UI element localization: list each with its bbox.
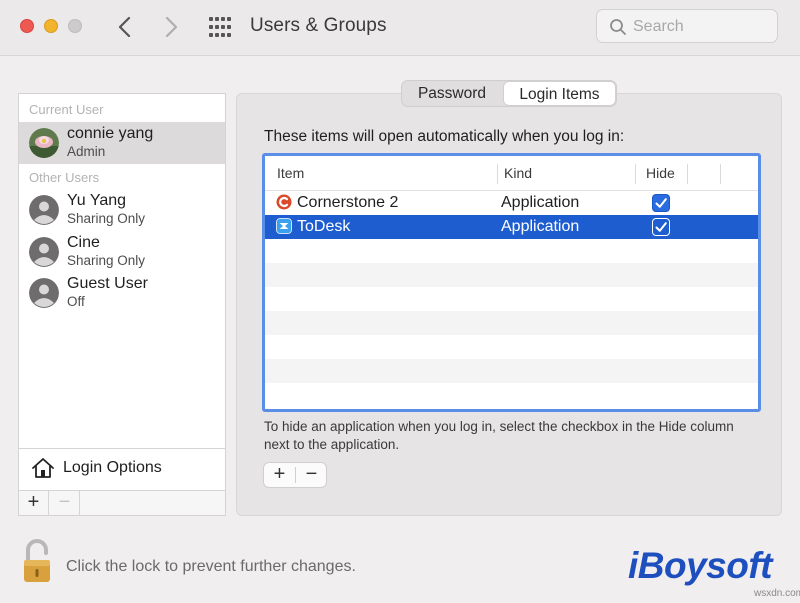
close-window-button[interactable] [20,19,34,33]
user-row-guest-user[interactable]: Guest User Off [19,272,225,314]
chevron-right-icon [165,16,178,38]
unlocked-padlock-icon [24,539,50,582]
add-user-button[interactable]: + [19,491,49,515]
search-field[interactable] [596,9,778,43]
grid-icon [209,17,231,37]
empty-row [265,359,758,383]
current-user-heading: Current User [29,102,104,117]
login-items-add-remove: + − [263,462,327,488]
show-all-button[interactable] [208,16,232,38]
other-users-heading: Other Users [29,170,100,185]
column-header-kind[interactable]: Kind [504,156,532,190]
user-row-yu-yang[interactable]: Yu Yang Sharing Only [19,189,225,231]
brand-logo: iBoysoft [628,545,773,586]
item-kind: Application [501,194,580,211]
column-separator [720,164,721,184]
item-name: ToDesk [297,218,351,235]
user-name: Cine [67,234,100,251]
flower-avatar [29,128,59,158]
user-row-cine[interactable]: Cine Sharing Only [19,231,225,273]
cornerstone-app-icon [276,194,292,210]
checkmark-icon [655,222,667,232]
forward-button[interactable] [160,14,182,40]
column-separator [635,164,636,184]
login-options-label: Login Options [63,459,162,476]
empty-row [265,311,758,335]
back-button[interactable] [114,14,136,40]
window-title: Users & Groups [250,15,387,36]
chevron-left-icon [118,16,131,38]
user-role: Admin [67,144,106,159]
table-row[interactable]: Cornerstone 2 Application [265,191,758,215]
column-separator [497,164,498,184]
hide-hint-text: To hide an application when you log in, … [264,419,734,452]
hide-checkbox[interactable] [652,194,670,212]
remove-login-item-button[interactable]: − [296,463,327,487]
item-kind: Application [501,218,580,235]
login-items-table[interactable]: Item Kind Hide Cornerstone 2 Application… [262,153,761,412]
lock-status-text: Click the lock to prevent further change… [66,558,356,575]
tab-password[interactable]: Password [402,81,502,106]
user-role: Sharing Only [67,253,146,268]
user-avatar-icon [29,278,59,308]
user-avatar-icon [29,237,59,267]
user-role: Sharing Only [67,211,146,226]
title-bar: Users & Groups [0,0,800,56]
tab-bar: Password Login Items [401,80,617,107]
zoom-window-button[interactable] [68,19,82,33]
todesk-app-icon [276,218,292,234]
user-role: Off [67,294,85,309]
user-name: Yu Yang [67,192,127,209]
user-name: connie yang [67,125,154,142]
tab-login-items[interactable]: Login Items [503,81,616,106]
watermark-text: wsxdn.com [754,588,800,599]
column-header-item[interactable]: Item [277,156,304,190]
column-header-hide[interactable]: Hide [646,156,675,190]
home-icon [32,458,54,478]
login-items-description: These items will open automatically when… [264,128,625,145]
table-row[interactable]: ToDesk Application [265,215,758,239]
sidebar-divider [19,448,225,449]
search-input[interactable] [633,16,769,38]
user-row-connie-yang[interactable]: connie yang Admin [19,122,225,164]
checkmark-icon [655,198,667,208]
sidebar-toolbar: + − [19,490,225,515]
empty-row [265,263,758,287]
column-separator [687,164,688,184]
user-avatar-icon [29,195,59,225]
item-name: Cornerstone 2 [297,194,399,211]
lock-button[interactable] [20,538,60,586]
hide-checkbox[interactable] [652,218,670,236]
login-options-button[interactable]: Login Options [19,452,225,486]
search-icon [610,19,626,35]
user-name: Guest User [67,275,148,292]
remove-user-button[interactable]: − [50,491,80,515]
users-sidebar: Current User connie yang Admin Other Use… [18,93,226,516]
add-login-item-button[interactable]: + [264,463,295,487]
minimize-window-button[interactable] [44,19,58,33]
